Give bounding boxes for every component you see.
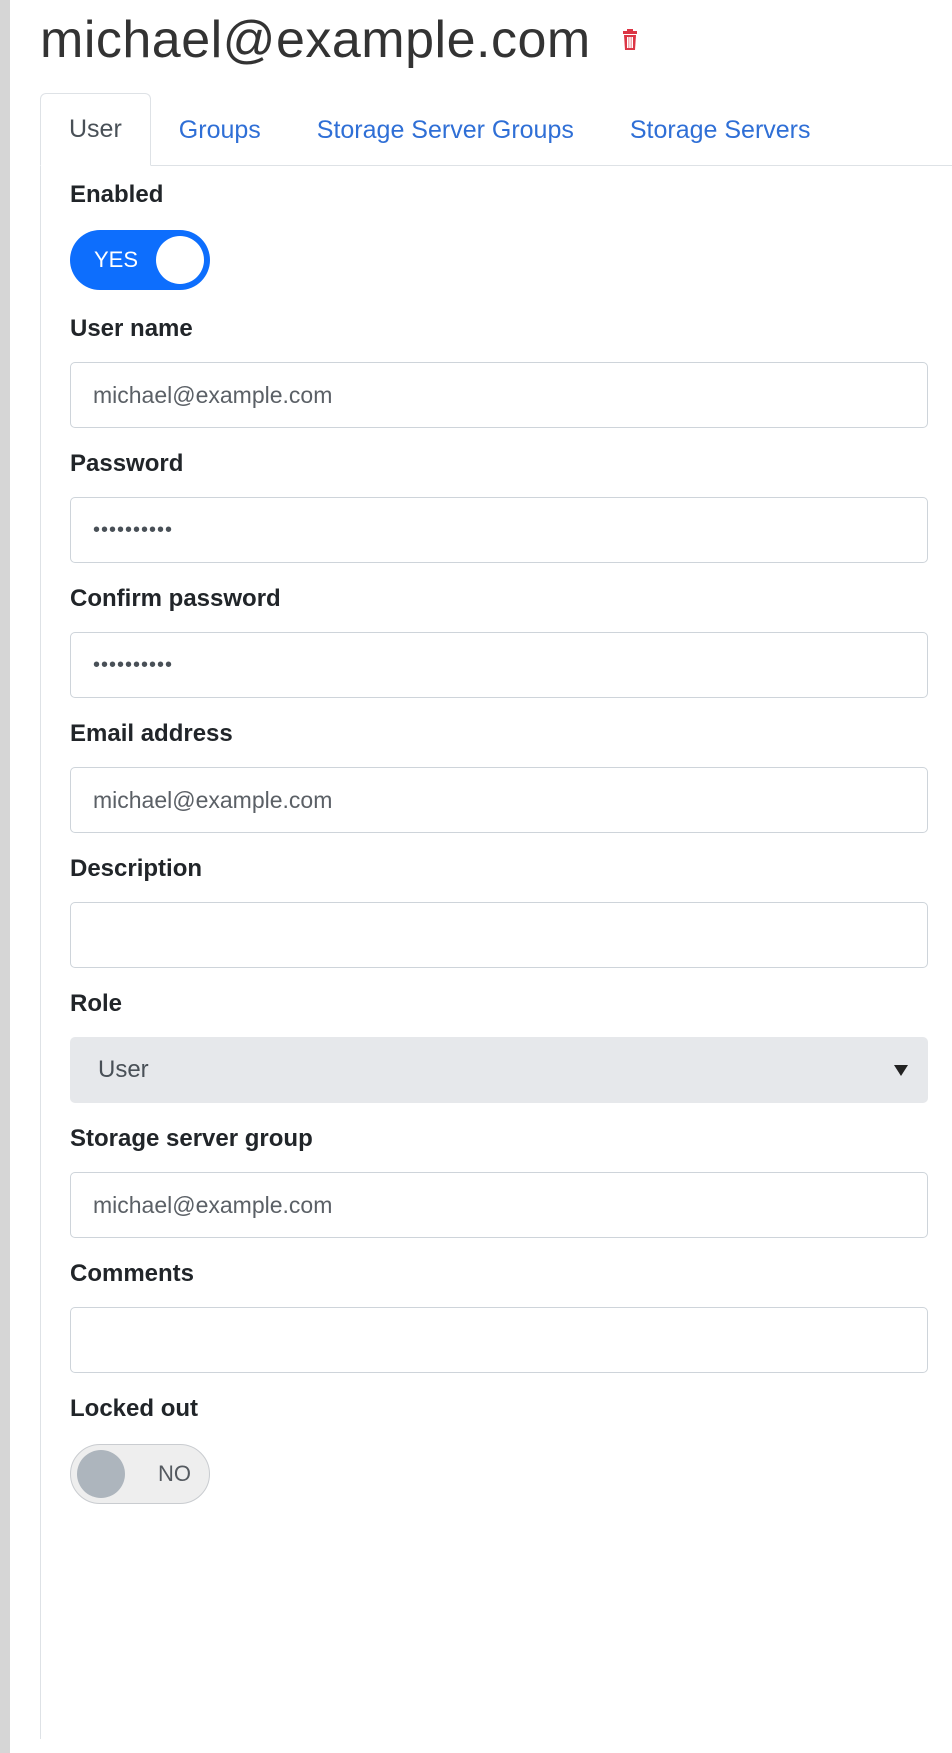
tab-storage-server-groups[interactable]: Storage Server Groups — [289, 95, 602, 166]
enabled-label: Enabled — [70, 181, 164, 208]
password-input[interactable] — [70, 497, 928, 563]
description-label: Description — [70, 855, 203, 882]
description-input[interactable] — [70, 902, 928, 968]
user-name-field: User name — [70, 314, 928, 428]
toggle-knob — [77, 1450, 125, 1498]
email-input[interactable] — [70, 767, 928, 833]
enabled-field: Enabled YES — [70, 180, 928, 290]
title-row: michael@example.com — [40, 0, 639, 80]
tab-groups[interactable]: Groups — [151, 95, 289, 166]
storage-server-group-label: Storage server group — [70, 1125, 313, 1152]
password-label: Password — [70, 450, 184, 477]
locked-out-label: Locked out — [70, 1395, 199, 1422]
comments-input[interactable] — [70, 1307, 928, 1373]
role-select[interactable]: User — [70, 1037, 928, 1103]
locked-out-toggle-text: NO — [158, 1461, 191, 1486]
comments-label: Comments — [70, 1260, 195, 1287]
role-field: Role User — [70, 989, 928, 1103]
locked-out-field: Locked out NO — [70, 1394, 928, 1504]
tab-user[interactable]: User — [40, 93, 151, 166]
user-name-input[interactable] — [70, 362, 928, 428]
enabled-toggle[interactable]: YES — [70, 230, 210, 290]
user-tab-panel: Enabled YES User name Password Confirm p… — [40, 166, 952, 1739]
tab-bar: User Groups Storage Server Groups Storag… — [40, 93, 952, 166]
tab-storage-servers[interactable]: Storage Servers — [602, 95, 839, 166]
enabled-toggle-text: YES — [94, 247, 139, 272]
description-field: Description — [70, 854, 928, 968]
role-selected-value: User — [98, 1056, 149, 1083]
confirm-password-input[interactable] — [70, 632, 928, 698]
password-field: Password — [70, 449, 928, 563]
confirm-password-field: Confirm password — [70, 584, 928, 698]
page-title: michael@example.com — [40, 11, 591, 69]
confirm-password-label: Confirm password — [70, 585, 281, 612]
left-border — [0, 0, 10, 1753]
role-label: Role — [70, 990, 123, 1017]
locked-out-toggle[interactable]: NO — [70, 1444, 210, 1504]
email-field: Email address — [70, 719, 928, 833]
trash-icon[interactable] — [621, 29, 639, 51]
user-name-label: User name — [70, 315, 193, 342]
caret-down-icon — [894, 1064, 908, 1076]
storage-server-group-input[interactable] — [70, 1172, 928, 1238]
email-label: Email address — [70, 720, 233, 747]
comments-field: Comments — [70, 1259, 928, 1373]
storage-server-group-field: Storage server group — [70, 1124, 928, 1238]
toggle-knob — [156, 236, 204, 284]
